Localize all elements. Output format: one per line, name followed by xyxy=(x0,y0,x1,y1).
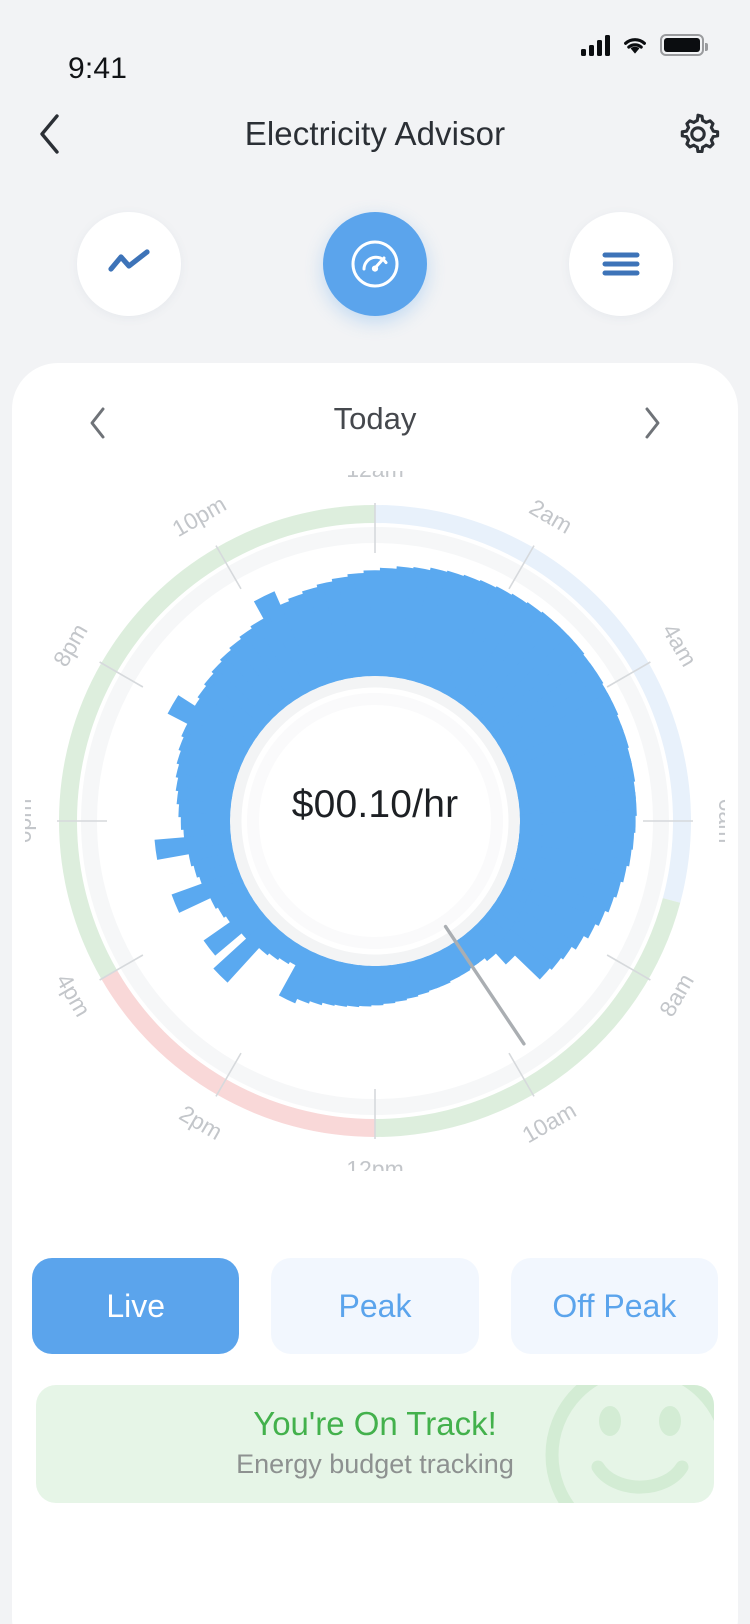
gear-icon xyxy=(680,113,720,154)
cellular-signal-icon xyxy=(581,34,610,56)
chevron-right-icon xyxy=(645,407,660,439)
svg-text:2am: 2am xyxy=(525,494,577,539)
settings-button[interactable] xyxy=(670,106,726,162)
content-card: Today 12am2am4am6am8am10am12pm2pm4pm6pm8… xyxy=(12,363,738,1624)
svg-text:10pm: 10pm xyxy=(168,491,231,542)
rate-mode-segmented-control: Live Peak Off Peak xyxy=(32,1258,718,1354)
segment-live[interactable]: Live xyxy=(32,1258,240,1354)
status-bar-time: 9:41 xyxy=(68,52,128,85)
svg-text:10am: 10am xyxy=(518,1097,581,1148)
page-title: Electricity Advisor xyxy=(244,115,506,152)
date-selector: Today xyxy=(12,393,738,453)
svg-text:4am: 4am xyxy=(657,619,702,671)
gauge-icon xyxy=(351,240,399,288)
svg-text:8am: 8am xyxy=(654,969,699,1021)
tab-trend-chart[interactable] xyxy=(77,212,181,316)
app-screen: 9:41 Electricity Advisor Today 2am 4am 6… xyxy=(0,0,750,1624)
banner-subtitle: Energy budget tracking xyxy=(236,1448,514,1479)
svg-text:2pm: 2pm xyxy=(175,1100,227,1145)
tab-gauge[interactable] xyxy=(323,212,427,316)
navigation-bar: Electricity Advisor xyxy=(0,100,750,168)
svg-text:4pm: 4pm xyxy=(51,969,96,1021)
svg-text:12pm: 12pm xyxy=(346,1156,404,1171)
trend-line-icon xyxy=(108,249,150,272)
hamburger-menu-icon xyxy=(602,252,640,276)
wifi-icon xyxy=(624,38,646,54)
tab-menu-list[interactable] xyxy=(569,212,673,316)
status-bar: 9:41 xyxy=(0,0,750,100)
segment-off-peak[interactable]: Off Peak xyxy=(510,1258,718,1354)
next-day-button[interactable] xyxy=(622,393,682,453)
svg-text:8pm: 8pm xyxy=(48,619,93,671)
battery-icon xyxy=(660,34,708,56)
svg-text:12am: 12am xyxy=(346,471,404,482)
radial-gauge-chart: 12am2am4am6am8am10am12pm2pm4pm6pm8pm10pm… xyxy=(12,471,738,1171)
segment-peak[interactable]: Peak xyxy=(271,1258,479,1354)
banner-title: You're On Track! xyxy=(253,1404,497,1442)
center-rate-value: $00.10/hr xyxy=(291,783,459,826)
budget-status-banner[interactable]: You're On Track! Energy budget tracking xyxy=(36,1385,714,1503)
view-mode-tabs xyxy=(0,208,750,320)
status-bar-icons xyxy=(581,30,708,56)
smiley-face-icon xyxy=(545,1385,714,1503)
